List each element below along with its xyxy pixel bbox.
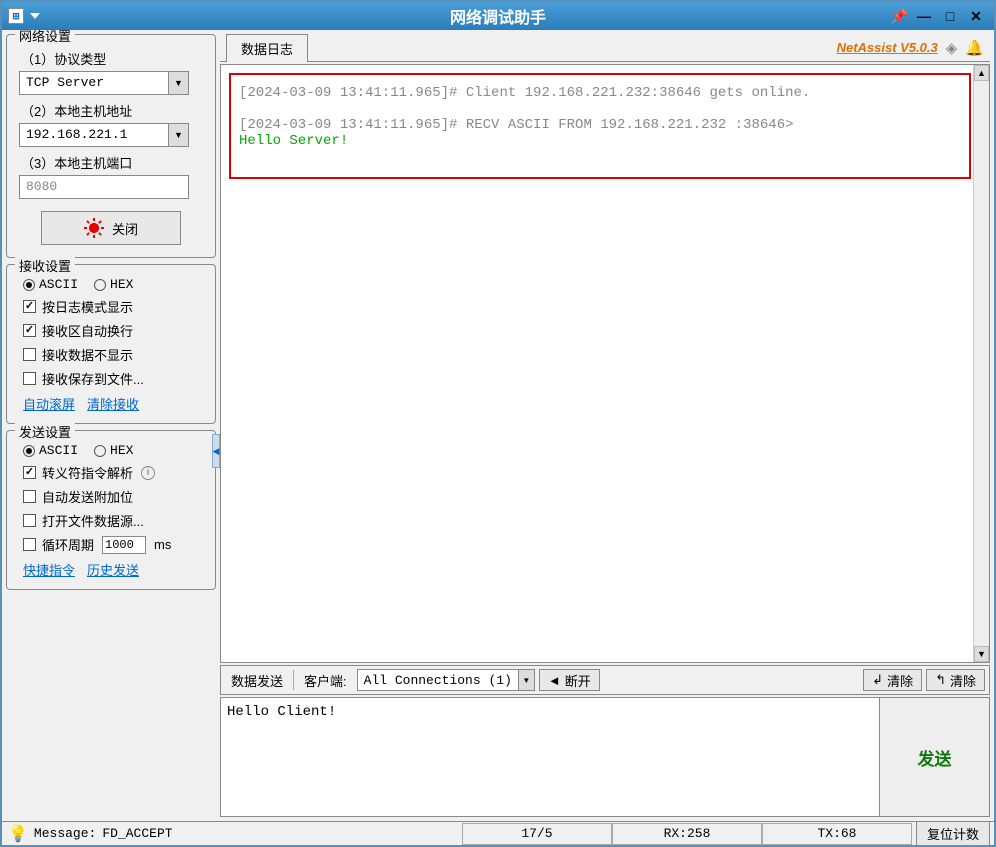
- auto-append-checkbox[interactable]: [23, 490, 36, 503]
- recv-hex-radio[interactable]: HEX: [94, 277, 133, 292]
- network-settings-group: 网络设置 （1）协议类型 TCP Server ▼ （2）本地主机地址 192.…: [6, 34, 216, 258]
- recv-ascii-radio[interactable]: ASCII: [23, 277, 78, 292]
- escape-checkbox[interactable]: [23, 466, 36, 479]
- maximize-button[interactable]: □: [940, 8, 960, 24]
- send-settings-legend: 发送设置: [15, 422, 75, 441]
- log-line: [2024-03-09 13:41:11.965]# Client 192.16…: [239, 85, 961, 101]
- auto-wrap-label: 接收区自动换行: [42, 321, 133, 340]
- chevron-down-icon[interactable]: ▼: [518, 670, 534, 690]
- protocol-label: （1）协议类型: [21, 49, 207, 68]
- send-button[interactable]: 发送: [879, 698, 989, 816]
- data-send-label: 数据发送: [225, 671, 289, 690]
- auto-wrap-checkbox[interactable]: [23, 324, 36, 337]
- titlebar: ⊞ 网络调试助手 📌 — □ ✕: [2, 2, 994, 30]
- log-line: Hello Server!: [239, 133, 961, 149]
- host-value: 192.168.221.1: [20, 124, 168, 146]
- cycle-unit: ms: [154, 537, 171, 552]
- reset-counter-button[interactable]: 复位计数: [916, 821, 990, 846]
- disconnect-button[interactable]: ◄断开: [539, 669, 600, 691]
- open-file-checkbox[interactable]: [23, 514, 36, 527]
- save-file-checkbox[interactable]: [23, 372, 36, 385]
- app-menu-dropdown-icon[interactable]: [30, 13, 40, 19]
- info-icon[interactable]: i: [141, 466, 155, 480]
- arrow-left-icon: ◄: [548, 673, 561, 688]
- auto-append-label: 自动发送附加位: [42, 487, 133, 506]
- connections-value: All Connections (1): [358, 673, 518, 688]
- bell-icon[interactable]: 🔔: [965, 39, 984, 57]
- brand-link[interactable]: NetAssist V5.0.3: [837, 40, 938, 55]
- host-select[interactable]: 192.168.221.1 ▼: [19, 123, 189, 147]
- highlight-box: [2024-03-09 13:41:11.965]# Client 192.16…: [229, 73, 971, 179]
- log-area: [2024-03-09 13:41:11.965]# Client 192.16…: [220, 64, 990, 663]
- recv-settings-legend: 接收设置: [15, 256, 75, 275]
- hide-recv-checkbox[interactable]: [23, 348, 36, 361]
- pin-icon[interactable]: 📌: [891, 8, 908, 25]
- cycle-checkbox[interactable]: [23, 538, 36, 551]
- sun-icon: [84, 218, 104, 238]
- escape-label: 转义符指令解析: [42, 463, 133, 482]
- close-window-button[interactable]: ✕: [966, 8, 986, 24]
- scroll-up-icon[interactable]: ▲: [974, 65, 989, 81]
- network-settings-legend: 网络设置: [15, 30, 75, 45]
- clear-button-1[interactable]: ↲清除: [863, 669, 922, 691]
- cycle-input[interactable]: [102, 536, 146, 554]
- app-icon: ⊞: [8, 8, 24, 24]
- send-ascii-radio[interactable]: ASCII: [23, 443, 78, 458]
- protocol-value: TCP Server: [20, 72, 168, 94]
- open-file-label: 打开文件数据源...: [42, 511, 144, 530]
- quick-cmd-link[interactable]: 快捷指令: [23, 560, 75, 579]
- window-title: 网络调试助手: [450, 4, 546, 28]
- save-file-label: 接收保存到文件...: [42, 369, 144, 388]
- arrow-up-icon: ↰: [935, 672, 946, 688]
- log-tab[interactable]: 数据日志: [226, 34, 308, 62]
- auto-scroll-link[interactable]: 自动滚屏: [23, 394, 75, 413]
- statusbar: 💡 Message: FD_ACCEPT 17/5 RX:258 TX:68 复位…: [2, 821, 994, 845]
- log-mode-checkbox[interactable]: [23, 300, 36, 313]
- status-counter: 17/5: [462, 823, 612, 845]
- chevron-down-icon[interactable]: ▼: [168, 124, 188, 146]
- protocol-select[interactable]: TCP Server ▼: [19, 71, 189, 95]
- close-connection-label: 关闭: [112, 219, 138, 238]
- cycle-label: 循环周期: [42, 535, 94, 554]
- close-connection-button[interactable]: 关闭: [41, 211, 181, 245]
- diamond-icon[interactable]: ◈: [946, 39, 958, 57]
- chevron-down-icon[interactable]: ▼: [168, 72, 188, 94]
- clear-button-2[interactable]: ↰清除: [926, 669, 985, 691]
- send-textarea[interactable]: Hello Client!: [221, 698, 879, 816]
- send-settings-group: 发送设置 ASCII HEX 转义符指令解析i 自动发送附加位 打开文件数据源.…: [6, 430, 216, 590]
- port-input[interactable]: 8080: [19, 175, 189, 199]
- status-msg-value: FD_ACCEPT: [102, 826, 172, 841]
- status-msg-label: Message:: [34, 826, 96, 841]
- scroll-down-icon[interactable]: ▼: [974, 646, 989, 662]
- sidebar-collapse-handle[interactable]: ◀: [212, 434, 220, 468]
- recv-settings-group: 接收设置 ASCII HEX 按日志模式显示 接收区自动换行 接收数据不显示 接…: [6, 264, 216, 424]
- client-label: 客户端:: [298, 671, 353, 690]
- minimize-button[interactable]: —: [914, 8, 934, 24]
- arrow-down-icon: ↲: [872, 672, 883, 688]
- status-rx: RX:258: [612, 823, 762, 845]
- log-mode-label: 按日志模式显示: [42, 297, 133, 316]
- scrollbar[interactable]: ▲ ▼: [973, 65, 989, 662]
- host-label: （2）本地主机地址: [21, 101, 207, 120]
- status-tx: TX:68: [762, 823, 912, 845]
- bulb-icon: 💡: [8, 824, 28, 844]
- clear-recv-link[interactable]: 清除接收: [87, 394, 139, 413]
- send-hex-radio[interactable]: HEX: [94, 443, 133, 458]
- history-link[interactable]: 历史发送: [87, 560, 139, 579]
- log-line: [2024-03-09 13:41:11.965]# RECV ASCII FR…: [239, 117, 961, 133]
- connections-select[interactable]: All Connections (1) ▼: [357, 669, 535, 691]
- port-label: （3）本地主机端口: [21, 153, 207, 172]
- hide-recv-label: 接收数据不显示: [42, 345, 133, 364]
